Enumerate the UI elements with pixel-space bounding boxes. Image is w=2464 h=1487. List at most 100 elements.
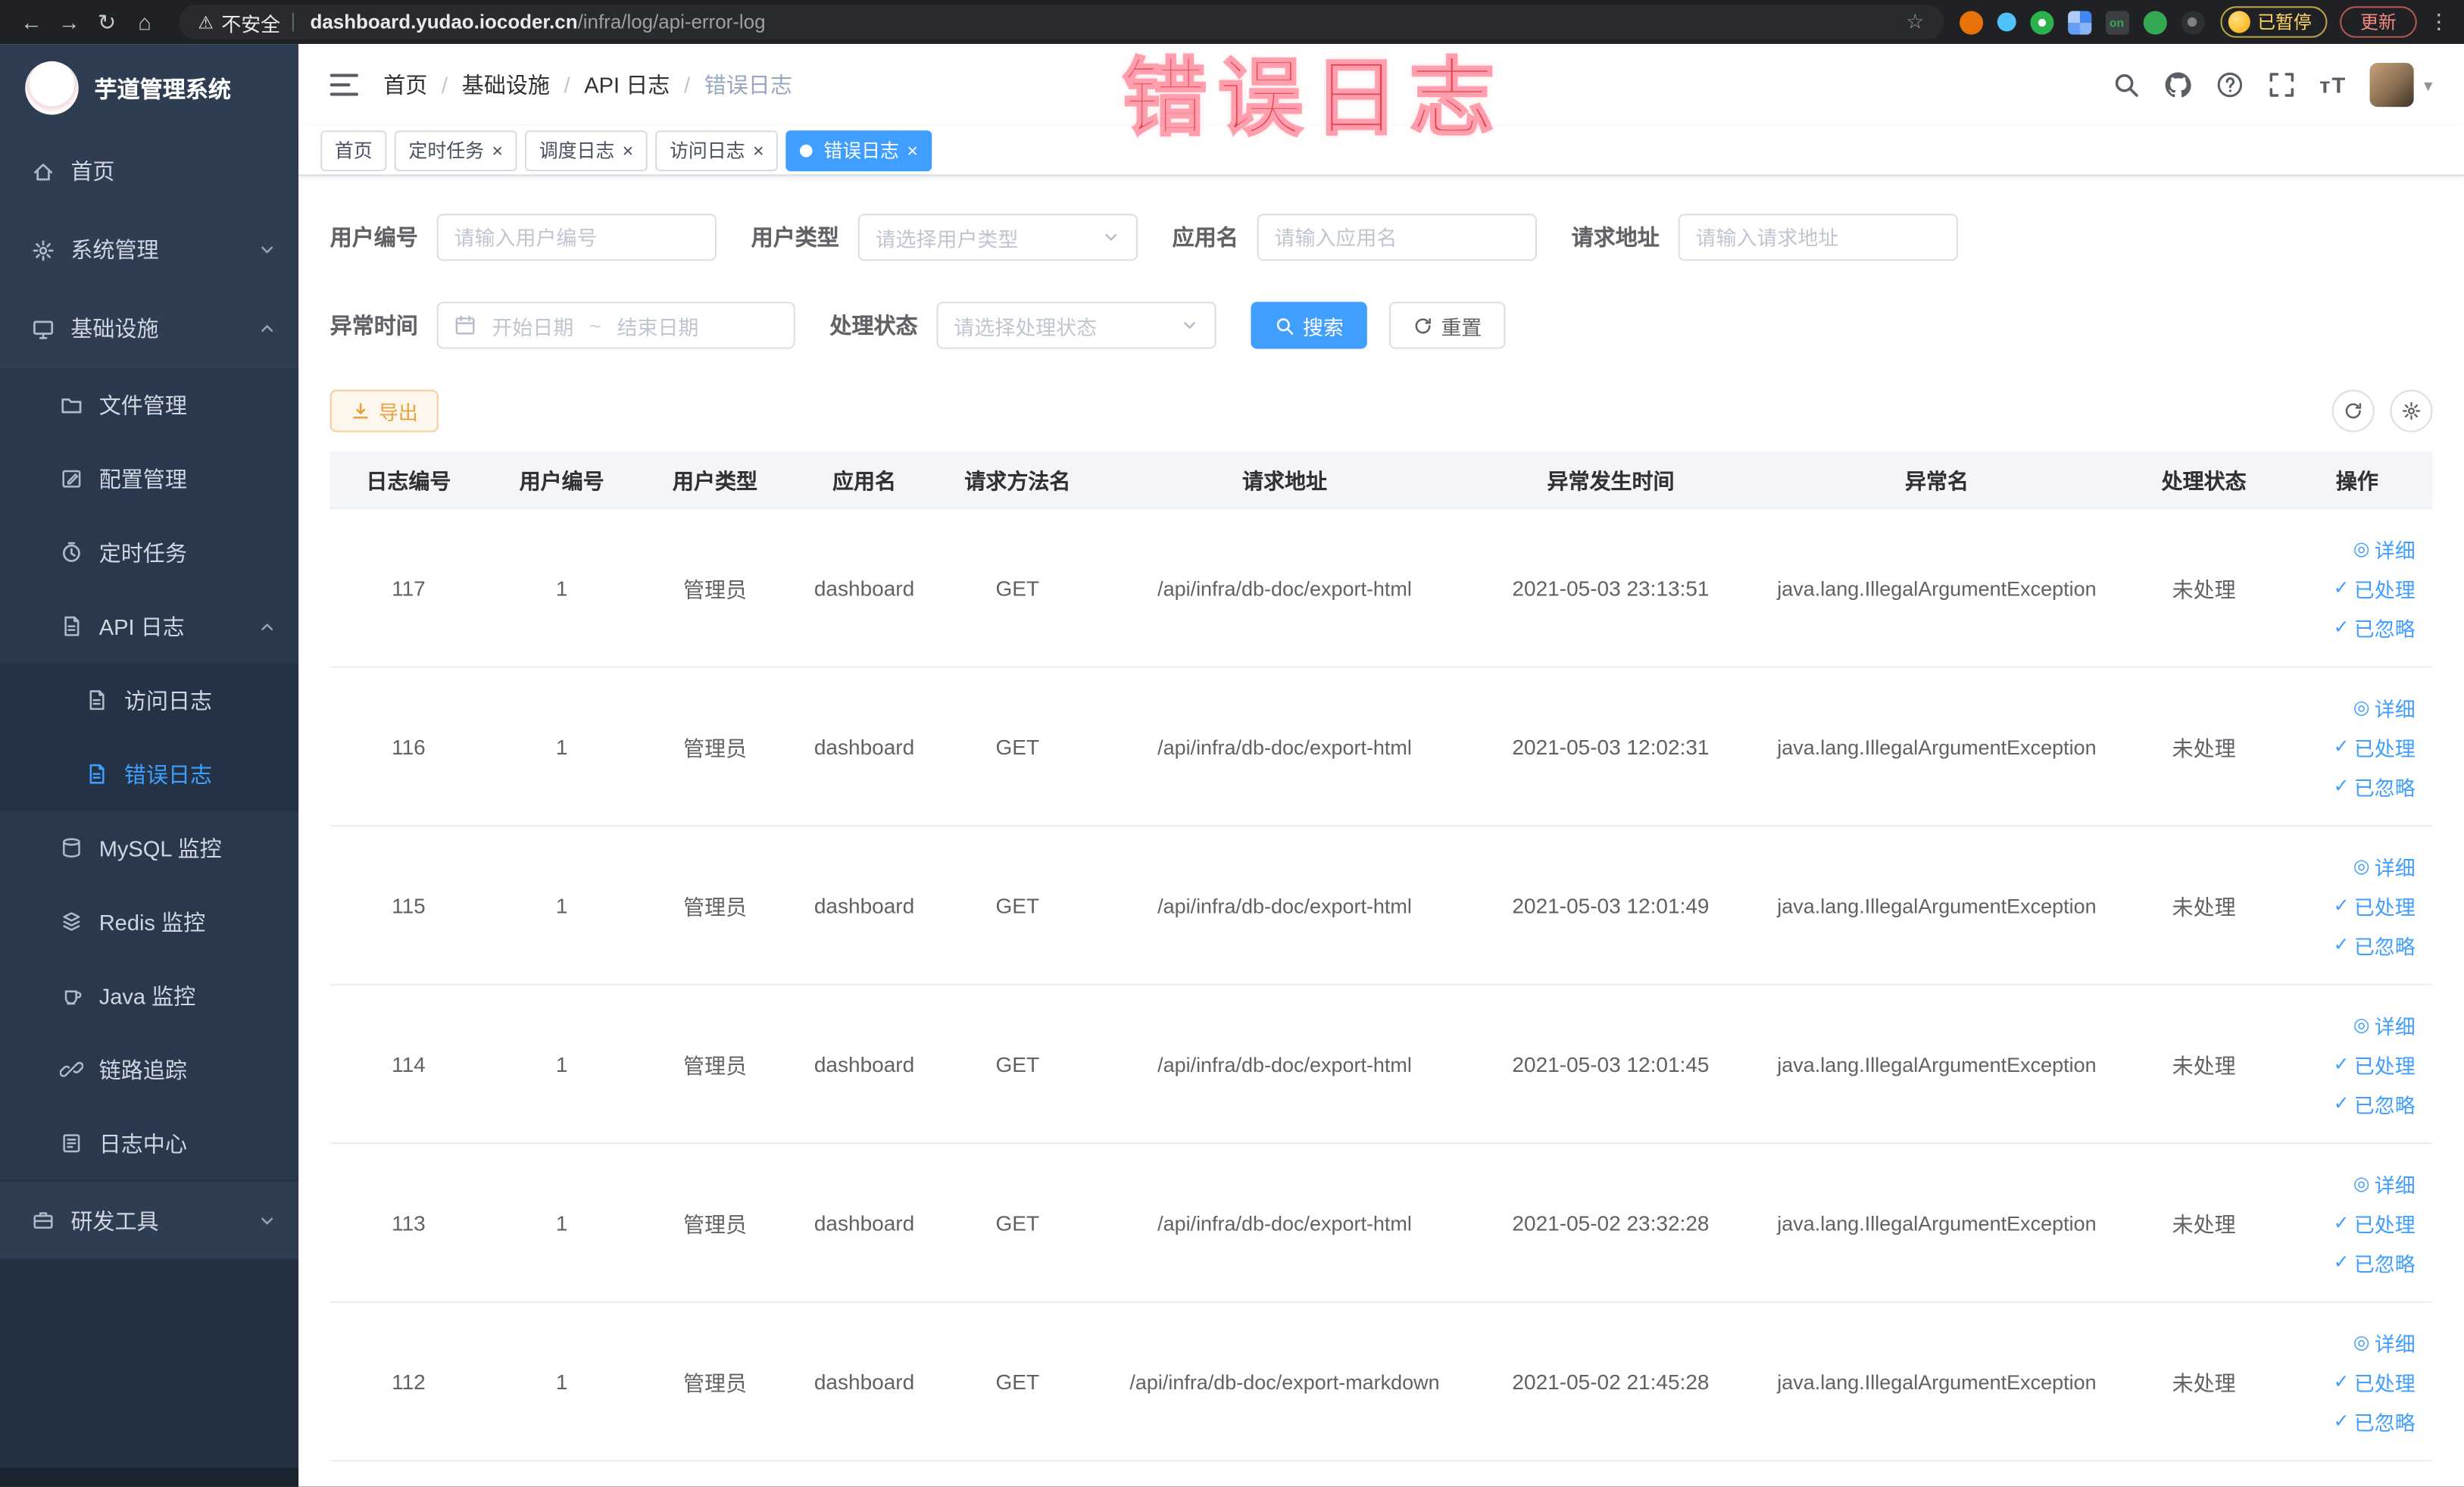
extension-icon[interactable]: on xyxy=(2104,10,2129,34)
infra-submenu: 文件管理 配置管理 定时任务 API 日志 访问日志 错误日志 MySQL 监控… xyxy=(0,367,299,1181)
detail-link[interactable]: ◎ 详细 xyxy=(2353,1168,2416,1198)
profile-paused-badge[interactable]: 已暂停 xyxy=(2219,6,2328,38)
process-status-select[interactable]: 请选择处理状态 xyxy=(936,301,1216,349)
back-icon[interactable]: ← xyxy=(13,9,51,34)
detail-link[interactable]: ◎ 详细 xyxy=(2353,533,2416,563)
cell-log-id: 115 xyxy=(392,893,426,917)
gear-icon xyxy=(31,238,55,261)
action-label: 已处理 xyxy=(2353,1212,2416,1236)
browser-menu-icon[interactable]: ⋮ xyxy=(2426,9,2451,34)
extension-icon[interactable] xyxy=(2180,10,2204,34)
processed-link[interactable]: ✓ 已处理 xyxy=(2334,1049,2416,1079)
detail-link[interactable]: ◎ 详细 xyxy=(2353,1327,2416,1357)
user-menu[interactable]: ▾ xyxy=(2370,62,2433,108)
fullscreen-icon[interactable] xyxy=(2268,70,2296,98)
extension-icon[interactable] xyxy=(1996,12,2016,32)
cell-time: 2021-05-03 12:01:45 xyxy=(1512,1051,1710,1076)
detail-link[interactable]: ◎ 详细 xyxy=(2353,1010,2416,1039)
tab-schedule-log[interactable]: 调度日志 × xyxy=(525,130,648,171)
user-id-input[interactable] xyxy=(436,214,717,261)
help-icon[interactable] xyxy=(2216,70,2244,98)
app-name-input[interactable] xyxy=(1257,214,1537,261)
tab-home[interactable]: 首页 xyxy=(320,130,387,171)
app-logo[interactable]: 芋道管理系统 xyxy=(0,44,298,132)
sidebar-item-mysql-monitor[interactable]: MySQL 监控 xyxy=(0,811,298,886)
document-icon xyxy=(60,614,83,638)
bookmark-star-icon[interactable]: ☆ xyxy=(1906,9,1924,34)
table-header-row: 日志编号 用户编号 用户类型 应用名 请求方法名 请求地址 异常发生时间 异常名 处理状态 操作 xyxy=(329,451,2433,510)
search-button[interactable]: 搜索 xyxy=(1251,301,1367,349)
close-icon[interactable]: × xyxy=(492,141,503,160)
sidebar-item-api-log[interactable]: API 日志 xyxy=(0,589,298,664)
extension-icon[interactable] xyxy=(2029,10,2053,34)
ignored-link[interactable]: ✓ 已忽略 xyxy=(2334,771,2416,801)
sidebar-item-log-center[interactable]: 日志中心 xyxy=(0,1107,298,1181)
sidebar: 芋道管理系统 首页 系统管理 基础设施 文件管理 配置管理 定时任务 API 日… xyxy=(0,44,299,1487)
sidebar-item-access-log[interactable]: 访问日志 xyxy=(0,663,298,737)
reload-icon[interactable]: ↻ xyxy=(88,8,126,35)
processed-link[interactable]: ✓ 已处理 xyxy=(2334,1207,2416,1237)
tab-error-log[interactable]: 错误日志 × xyxy=(785,130,932,171)
processed-link[interactable]: ✓ 已处理 xyxy=(2334,1367,2416,1396)
user-type-select[interactable]: 请选择用户类型 xyxy=(857,214,1138,261)
github-icon[interactable] xyxy=(2164,70,2192,98)
processed-link[interactable]: ✓ 已处理 xyxy=(2334,732,2416,761)
close-icon[interactable]: × xyxy=(907,141,918,160)
breadcrumb-item-home[interactable]: 首页 xyxy=(383,69,427,100)
processed-link[interactable]: ✓ 已处理 xyxy=(2334,890,2416,920)
sidebar-item-home[interactable]: 首页 xyxy=(0,132,298,211)
tab-access-log[interactable]: 访问日志 × xyxy=(655,130,779,171)
request-url-input[interactable] xyxy=(1678,214,1958,261)
table-row: 112 1 管理员 dashboard GET/api/infra/db-doc/exp… xyxy=(329,1303,2433,1462)
check-icon: ✓ xyxy=(2333,1211,2350,1234)
ignored-link[interactable]: ✓ 已忽略 xyxy=(2334,1247,2416,1276)
chevron-down-icon xyxy=(258,1211,276,1229)
sidebar-item-devtools[interactable]: 研发工具 xyxy=(0,1180,299,1259)
ignored-link[interactable]: ✓ 已忽略 xyxy=(2334,612,2416,642)
reset-button[interactable]: 重置 xyxy=(1388,301,1506,349)
extension-icon[interactable] xyxy=(1959,10,1983,34)
menu-label: Java 监控 xyxy=(98,982,196,1008)
tab-timed-task[interactable]: 定时任务 × xyxy=(394,130,517,171)
close-icon[interactable]: × xyxy=(623,141,634,160)
search-icon[interactable] xyxy=(2112,70,2140,98)
sidebar-item-infra[interactable]: 基础设施 xyxy=(0,289,298,368)
sidebar-item-java-monitor[interactable]: Java 监控 xyxy=(0,959,298,1033)
cell-time: 2021-05-03 23:13:51 xyxy=(1512,576,1710,600)
sidebar-item-system[interactable]: 系统管理 xyxy=(0,211,298,289)
browser-home-icon[interactable]: ⌂ xyxy=(126,9,164,34)
breadcrumb-item-infra[interactable]: 基础设施 xyxy=(462,69,550,100)
tab-label: 调度日志 xyxy=(539,139,615,162)
cell-method: GET xyxy=(995,1211,1040,1235)
breadcrumb-item-api-log[interactable]: API 日志 xyxy=(584,69,670,100)
sidebar-item-error-log[interactable]: 错误日志 xyxy=(0,737,298,811)
sidebar-item-config-manage[interactable]: 配置管理 xyxy=(0,442,298,516)
exception-time-range-picker[interactable]: 开始日期 ~ 结束日期 xyxy=(436,301,795,349)
sidebar-item-trace[interactable]: 链路追踪 xyxy=(0,1032,298,1107)
address-bar[interactable]: ⚠ 不安全 dashboard.yudao.iocoder.cn/infra/l… xyxy=(179,5,1944,39)
cell-user-type: 管理员 xyxy=(682,895,747,920)
column-header: 异常名 xyxy=(1904,470,1969,494)
check-icon: ✓ xyxy=(2333,933,2350,956)
cell-status: 未处理 xyxy=(2172,736,2236,761)
screen: ← → ↻ ⌂ ⚠ 不安全 dashboard.yudao.iocoder.cn… xyxy=(0,0,2464,1487)
browser-update-button[interactable]: 更新 xyxy=(2340,6,2417,38)
detail-link[interactable]: ◎ 详细 xyxy=(2353,851,2416,880)
sidebar-item-file-manage[interactable]: 文件管理 xyxy=(0,367,298,442)
refresh-button[interactable] xyxy=(2331,389,2375,433)
sidebar-item-redis-monitor[interactable]: Redis 监控 xyxy=(0,885,298,959)
close-icon[interactable]: × xyxy=(753,141,764,160)
detail-link[interactable]: ◎ 详细 xyxy=(2353,692,2416,722)
hamburger-icon[interactable] xyxy=(329,73,359,96)
ignored-link[interactable]: ✓ 已忽略 xyxy=(2334,1089,2416,1118)
sidebar-item-timed-task[interactable]: 定时任务 xyxy=(0,515,298,589)
font-size-icon[interactable]: тT xyxy=(2319,72,2347,97)
extension-icon[interactable] xyxy=(2067,10,2091,34)
export-button[interactable]: 导出 xyxy=(329,389,439,433)
forward-icon[interactable]: → xyxy=(50,9,88,34)
ignored-link[interactable]: ✓ 已忽略 xyxy=(2334,929,2416,959)
extension-icon[interactable] xyxy=(2142,10,2166,34)
processed-link[interactable]: ✓ 已处理 xyxy=(2334,573,2416,602)
column-settings-button[interactable] xyxy=(2390,389,2433,433)
ignored-link[interactable]: ✓ 已忽略 xyxy=(2334,1406,2416,1435)
